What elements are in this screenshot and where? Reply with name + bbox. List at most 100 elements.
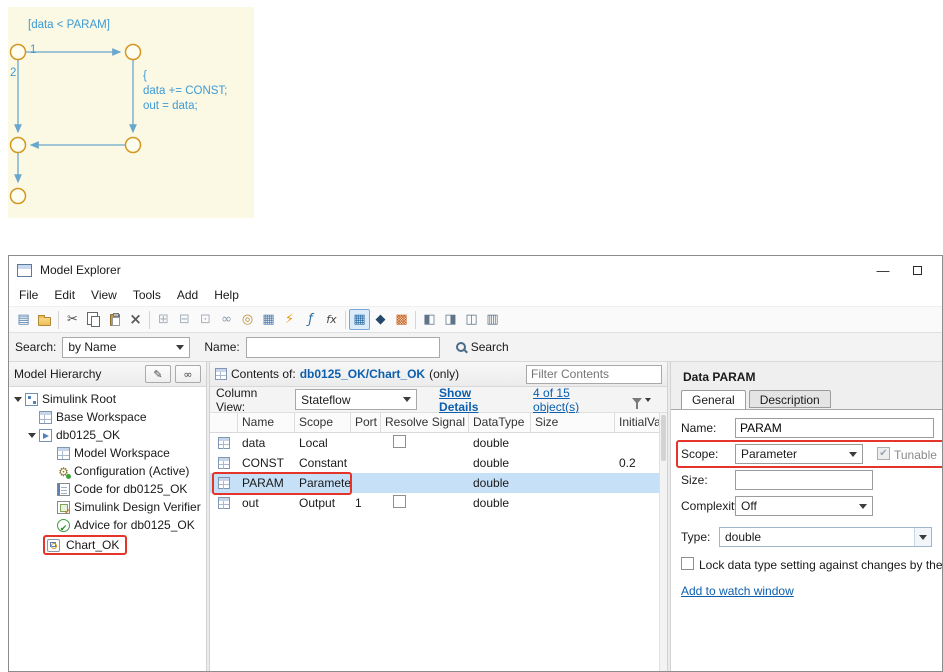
menu-view[interactable]: View: [83, 285, 125, 305]
tree-item-chart-ok[interactable]: Chart_OK: [9, 534, 206, 556]
header-scope[interactable]: Scope: [295, 413, 351, 432]
name-field[interactable]: [735, 418, 934, 438]
tree-item-label: Advice for db0125_OK: [74, 518, 195, 532]
contents-path-link[interactable]: db0125_OK/Chart_OK: [300, 367, 425, 381]
menu-add[interactable]: Add: [169, 285, 206, 305]
junction-top-right[interactable]: [124, 43, 142, 61]
junction-top-left[interactable]: [9, 43, 27, 61]
cut-button[interactable]: [62, 309, 83, 330]
complexity-dropdown[interactable]: Off: [735, 496, 873, 516]
delete-button[interactable]: [125, 309, 146, 330]
open-simulink-button[interactable]: [370, 309, 391, 330]
search-name-input[interactable]: [245, 336, 440, 358]
search-icon: [455, 342, 466, 352]
tree-item-simulink-root[interactable]: Simulink Root: [9, 390, 206, 408]
transition-action-label[interactable]: { data += CONST; out = data;: [143, 69, 227, 114]
table-row-const[interactable]: CONST Constant double 0.2: [210, 453, 667, 473]
add-link-button[interactable]: [216, 309, 237, 330]
scope-field-label: Scope:: [681, 447, 719, 461]
type-combobox[interactable]: double: [719, 527, 932, 547]
header-name[interactable]: Name: [238, 413, 295, 432]
expander-icon[interactable]: [27, 430, 37, 440]
menu-help[interactable]: Help: [206, 285, 247, 305]
dialog-pane-button[interactable]: [461, 309, 482, 330]
add-state-icon: [158, 313, 169, 326]
table-row-out[interactable]: out Output 1 double: [210, 493, 667, 513]
vertical-scrollbar[interactable]: [659, 413, 667, 671]
column-view-button[interactable]: [349, 309, 370, 330]
table-row-param[interactable]: PARAM Parameter double: [210, 473, 667, 493]
object-count-link[interactable]: 4 of 15 object(s): [533, 386, 616, 414]
add-data-button[interactable]: [258, 309, 279, 330]
combo-dropdown-button[interactable]: [914, 528, 931, 546]
size-field[interactable]: [735, 470, 873, 490]
tree-item-label: Chart_OK: [66, 538, 120, 552]
scrollbar-thumb[interactable]: [661, 415, 666, 461]
name-field-label: Name:: [681, 421, 717, 435]
header-size[interactable]: Size: [531, 413, 615, 432]
filter-button[interactable]: [632, 396, 651, 409]
layout-pane-button[interactable]: [482, 309, 503, 330]
add-matlab-function-button[interactable]: [321, 309, 342, 330]
open-stateflow-button[interactable]: [391, 309, 412, 330]
table-row-data[interactable]: data Local double: [210, 433, 667, 453]
tree-item-design-verifier[interactable]: Simulink Design Verifier: [9, 498, 206, 516]
red-highlight-chart-ok: Chart_OK: [43, 535, 128, 555]
tree-item-code[interactable]: Code for db0125_OK: [9, 480, 206, 498]
search-mode-dropdown[interactable]: by Name: [62, 336, 191, 358]
contents-pane-button[interactable]: [440, 309, 461, 330]
hierarchy-pane-icon: [423, 313, 435, 326]
header-resolve-signal[interactable]: Resolve Signal: [381, 413, 469, 432]
add-frame-icon: [200, 313, 211, 326]
header-datatype[interactable]: DataType: [469, 413, 531, 432]
minimize-button[interactable]: —: [866, 263, 900, 278]
expander-icon[interactable]: [13, 394, 23, 404]
column-view-dropdown[interactable]: Stateflow: [295, 389, 418, 410]
lock-datatype-checkbox[interactable]: [681, 557, 694, 570]
copy-button[interactable]: [83, 309, 104, 330]
cell-scope: Parameter: [299, 476, 351, 490]
tree-item-model-workspace[interactable]: Model Workspace: [9, 444, 206, 462]
junction-exit[interactable]: [9, 187, 27, 205]
menu-edit[interactable]: Edit: [46, 285, 83, 305]
hierarchy-pane-button[interactable]: [419, 309, 440, 330]
add-function-icon: [308, 313, 313, 326]
add-junction-button[interactable]: [237, 309, 258, 330]
layout-pane-icon: [486, 313, 498, 326]
resolve-signal-checkbox[interactable]: [393, 435, 406, 448]
tree-item-configuration[interactable]: Configuration (Active): [9, 462, 206, 480]
show-details-link[interactable]: Show Details: [439, 386, 511, 414]
tab-description[interactable]: Description: [748, 390, 831, 408]
resolve-signal-checkbox[interactable]: [393, 495, 406, 508]
tree-item-db0125-ok[interactable]: db0125_OK: [9, 426, 206, 444]
add-box-button[interactable]: [174, 309, 195, 330]
scope-dropdown[interactable]: Parameter: [735, 444, 863, 464]
add-to-watch-link[interactable]: Add to watch window: [681, 584, 794, 598]
add-event-button[interactable]: [279, 309, 300, 330]
advice-check-icon: [57, 518, 70, 532]
add-frame-button[interactable]: [195, 309, 216, 330]
menu-file[interactable]: File: [11, 285, 46, 305]
tunable-checkbox[interactable]: [877, 447, 890, 460]
search-button[interactable]: Search: [450, 338, 515, 356]
menu-tools[interactable]: Tools: [125, 285, 169, 305]
tab-general[interactable]: General: [681, 390, 746, 409]
junction-bottom-right[interactable]: [124, 136, 142, 154]
maximize-button[interactable]: [900, 265, 934, 275]
header-port[interactable]: Port: [351, 413, 381, 432]
open-button[interactable]: [34, 309, 55, 330]
stateflow-icon: [395, 313, 407, 326]
add-state-button[interactable]: [153, 309, 174, 330]
edit-hierarchy-button[interactable]: [145, 365, 171, 383]
new-model-button[interactable]: [13, 309, 34, 330]
filter-contents-input[interactable]: [526, 364, 662, 384]
tree-item-base-workspace[interactable]: Base Workspace: [9, 408, 206, 426]
tree-item-advice[interactable]: Advice for db0125_OK: [9, 516, 206, 534]
add-function-button[interactable]: [300, 309, 321, 330]
paste-button[interactable]: [104, 309, 125, 330]
size-field-label: Size:: [681, 473, 708, 487]
transition-condition-label[interactable]: [data < PARAM]: [28, 18, 110, 33]
find-button[interactable]: [175, 365, 201, 383]
junction-bottom-left[interactable]: [9, 136, 27, 154]
